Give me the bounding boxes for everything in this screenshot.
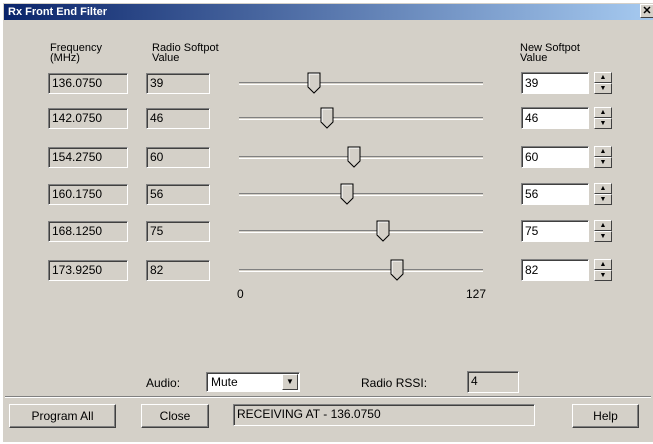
- program-all-button[interactable]: Program All: [9, 404, 116, 428]
- slider-track[interactable]: [239, 117, 483, 120]
- radio-softpot-value: 46: [146, 108, 210, 129]
- slider-thumb[interactable]: [320, 107, 334, 129]
- radio-softpot-header: Radio Softpot Value: [152, 42, 219, 64]
- frequency-field: 160.1750: [48, 184, 128, 205]
- spin-up-icon[interactable]: ▲: [594, 183, 612, 194]
- frequency-field: 173.9250: [48, 260, 128, 281]
- slider-max-label: 127: [466, 287, 487, 301]
- close-window-button[interactable]: ✕: [640, 4, 653, 18]
- softpot-spinner[interactable]: ▲ ▼: [594, 72, 612, 94]
- rx-front-end-filter-dialog: Rx Front End Filter ✕ Frequency (MHz) Ra…: [2, 2, 653, 442]
- radio-softpot-value: 56: [146, 184, 210, 205]
- new-softpot-input[interactable]: 75: [521, 220, 589, 242]
- spin-up-icon[interactable]: ▲: [594, 72, 612, 83]
- slider-thumb[interactable]: [390, 259, 404, 281]
- new-softpot-input[interactable]: 82: [521, 259, 589, 281]
- footer-divider: [5, 396, 651, 398]
- slider-track[interactable]: [239, 269, 483, 272]
- softpot-spinner[interactable]: ▲ ▼: [594, 259, 612, 281]
- audio-selected-value: Mute: [211, 375, 238, 389]
- new-softpot-input[interactable]: 56: [521, 183, 589, 205]
- slider-track[interactable]: [239, 230, 483, 233]
- frequency-field: 136.0750: [48, 73, 128, 94]
- slider-track[interactable]: [239, 193, 483, 196]
- radio-softpot-value: 82: [146, 260, 210, 281]
- title-bar: Rx Front End Filter: [4, 4, 653, 20]
- audio-select[interactable]: Mute ▼: [206, 372, 300, 392]
- status-field: RECEIVING AT - 136.0750: [233, 404, 535, 426]
- new-softpot-input[interactable]: 39: [521, 72, 589, 94]
- new-softpot-header: New Softpot Value: [520, 42, 580, 64]
- spin-down-icon[interactable]: ▼: [594, 157, 612, 168]
- radio-softpot-value: 75: [146, 221, 210, 242]
- slider-track[interactable]: [239, 82, 483, 85]
- spin-down-icon[interactable]: ▼: [594, 270, 612, 281]
- chevron-down-icon[interactable]: ▼: [282, 374, 298, 390]
- softpot-spinner[interactable]: ▲ ▼: [594, 107, 612, 129]
- frequency-header: Frequency (MHz): [50, 42, 102, 64]
- spin-down-icon[interactable]: ▼: [594, 231, 612, 242]
- help-button[interactable]: Help: [572, 404, 639, 428]
- rssi-label: Radio RSSI:: [361, 376, 428, 390]
- spin-up-icon[interactable]: ▲: [594, 107, 612, 118]
- audio-label: Audio:: [146, 376, 181, 390]
- softpot-spinner[interactable]: ▲ ▼: [594, 183, 612, 205]
- new-softpot-input[interactable]: 60: [521, 146, 589, 168]
- slider-thumb[interactable]: [376, 220, 390, 242]
- frequency-field: 168.1250: [48, 221, 128, 242]
- spin-up-icon[interactable]: ▲: [594, 220, 612, 231]
- radio-softpot-value: 60: [146, 147, 210, 168]
- spin-down-icon[interactable]: ▼: [594, 83, 612, 94]
- softpot-spinner[interactable]: ▲ ▼: [594, 220, 612, 242]
- slider-min-label: 0: [237, 287, 244, 301]
- close-icon: ✕: [642, 5, 652, 17]
- slider-thumb[interactable]: [340, 183, 354, 205]
- frequency-field: 142.0750: [48, 108, 128, 129]
- slider-thumb[interactable]: [347, 146, 361, 168]
- window-title: Rx Front End Filter: [8, 6, 107, 18]
- slider-thumb[interactable]: [307, 72, 321, 94]
- new-softpot-input[interactable]: 46: [521, 107, 589, 129]
- spin-down-icon[interactable]: ▼: [594, 194, 612, 205]
- spin-down-icon[interactable]: ▼: [594, 118, 612, 129]
- spin-up-icon[interactable]: ▲: [594, 259, 612, 270]
- close-button[interactable]: Close: [141, 404, 209, 428]
- radio-softpot-value: 39: [146, 73, 210, 94]
- rssi-value: 4: [467, 371, 519, 393]
- frequency-field: 154.2750: [48, 147, 128, 168]
- spin-up-icon[interactable]: ▲: [594, 146, 612, 157]
- softpot-spinner[interactable]: ▲ ▼: [594, 146, 612, 168]
